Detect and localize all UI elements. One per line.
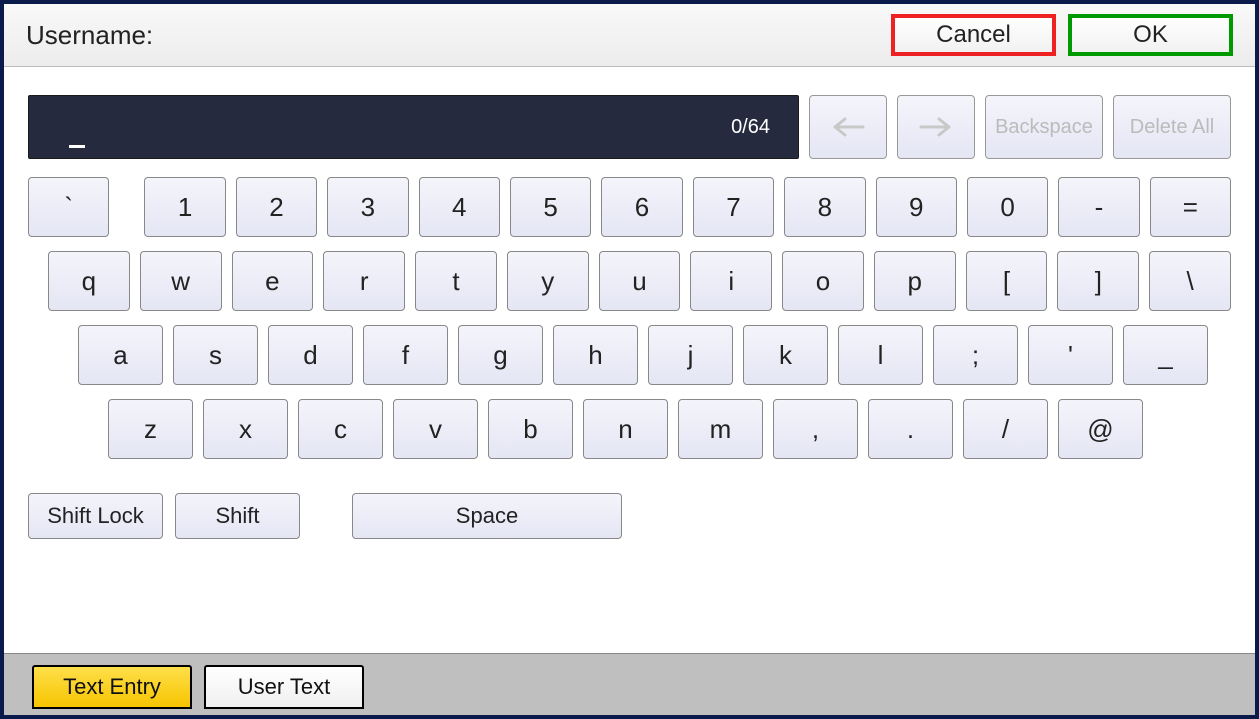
- arrow-right-icon: [919, 116, 953, 138]
- key-5[interactable]: 5: [510, 177, 591, 237]
- key-row-3: asdfghjkl;'_: [28, 325, 1231, 385]
- arrow-left-icon: [831, 116, 865, 138]
- key-row-1: ` 1234567890-=: [28, 177, 1231, 237]
- backspace-button[interactable]: Backspace: [985, 95, 1103, 159]
- key-h[interactable]: h: [553, 325, 638, 385]
- entry-row: 0/64 Backspace Delete All: [28, 95, 1231, 159]
- key-u[interactable]: u: [599, 251, 681, 311]
- key--[interactable]: -: [1058, 177, 1139, 237]
- key-y[interactable]: y: [507, 251, 589, 311]
- cursor-right-button[interactable]: [897, 95, 975, 159]
- key-9[interactable]: 9: [876, 177, 957, 237]
- key-s[interactable]: s: [173, 325, 258, 385]
- tab-user-text[interactable]: User Text: [204, 665, 364, 709]
- key-;[interactable]: ;: [933, 325, 1018, 385]
- key-_[interactable]: _: [1123, 325, 1208, 385]
- text-cursor: [69, 145, 85, 148]
- tab-text-entry[interactable]: Text Entry: [32, 665, 192, 709]
- key-v[interactable]: v: [393, 399, 478, 459]
- key-@[interactable]: @: [1058, 399, 1143, 459]
- key-row-2: qwertyuiop[]\: [28, 251, 1231, 311]
- key-l[interactable]: l: [838, 325, 923, 385]
- key-7[interactable]: 7: [693, 177, 774, 237]
- key-q[interactable]: q: [48, 251, 130, 311]
- key-'[interactable]: ': [1028, 325, 1113, 385]
- key-b[interactable]: b: [488, 399, 573, 459]
- cancel-button[interactable]: Cancel: [891, 14, 1056, 56]
- tab-bar: Text Entry User Text: [4, 653, 1255, 715]
- ok-button[interactable]: OK: [1068, 14, 1233, 56]
- text-input[interactable]: 0/64: [28, 95, 799, 159]
- key-row-4: zxcvbnm,./@: [28, 399, 1231, 459]
- key-o[interactable]: o: [782, 251, 864, 311]
- screen: Username: Cancel OK 0/64 Backspace D: [0, 0, 1259, 719]
- key-w[interactable]: w: [140, 251, 222, 311]
- key-`[interactable]: `: [28, 177, 109, 237]
- delete-all-button[interactable]: Delete All: [1113, 95, 1231, 159]
- key-2[interactable]: 2: [236, 177, 317, 237]
- key-=[interactable]: =: [1150, 177, 1231, 237]
- char-counter: 0/64: [731, 116, 770, 139]
- key-[[interactable]: [: [966, 251, 1048, 311]
- key-p[interactable]: p: [874, 251, 956, 311]
- title-bar: Username: Cancel OK: [4, 4, 1255, 67]
- key-4[interactable]: 4: [419, 177, 500, 237]
- key-c[interactable]: c: [298, 399, 383, 459]
- body: 0/64 Backspace Delete All `1234567890-= …: [4, 67, 1255, 653]
- key-1[interactable]: 1: [144, 177, 225, 237]
- key-m[interactable]: m: [678, 399, 763, 459]
- shift-key[interactable]: Shift: [175, 493, 300, 539]
- cursor-left-button[interactable]: [809, 95, 887, 159]
- key-i[interactable]: i: [690, 251, 772, 311]
- shift-lock-key[interactable]: Shift Lock: [28, 493, 163, 539]
- key-,[interactable]: ,: [773, 399, 858, 459]
- key-/[interactable]: /: [963, 399, 1048, 459]
- key-t[interactable]: t: [415, 251, 497, 311]
- key-f[interactable]: f: [363, 325, 448, 385]
- key-e[interactable]: e: [232, 251, 314, 311]
- control-row: Shift Lock Shift Space: [28, 493, 1231, 539]
- key-n[interactable]: n: [583, 399, 668, 459]
- key-0[interactable]: 0: [967, 177, 1048, 237]
- key-3[interactable]: 3: [327, 177, 408, 237]
- key-z[interactable]: z: [108, 399, 193, 459]
- space-key[interactable]: Space: [352, 493, 622, 539]
- key-a[interactable]: a: [78, 325, 163, 385]
- key-][interactable]: ]: [1057, 251, 1139, 311]
- title-actions: Cancel OK: [891, 14, 1233, 56]
- key-j[interactable]: j: [648, 325, 733, 385]
- key-k[interactable]: k: [743, 325, 828, 385]
- key-d[interactable]: d: [268, 325, 353, 385]
- keyboard: ` 1234567890-= qwertyuiop[]\ asdfghjkl;'_…: [28, 177, 1231, 539]
- key-\[interactable]: \: [1149, 251, 1231, 311]
- key-g[interactable]: g: [458, 325, 543, 385]
- key-.[interactable]: .: [868, 399, 953, 459]
- key-x[interactable]: x: [203, 399, 288, 459]
- key-8[interactable]: 8: [784, 177, 865, 237]
- key-r[interactable]: r: [323, 251, 405, 311]
- field-label: Username:: [26, 20, 153, 51]
- key-6[interactable]: 6: [601, 177, 682, 237]
